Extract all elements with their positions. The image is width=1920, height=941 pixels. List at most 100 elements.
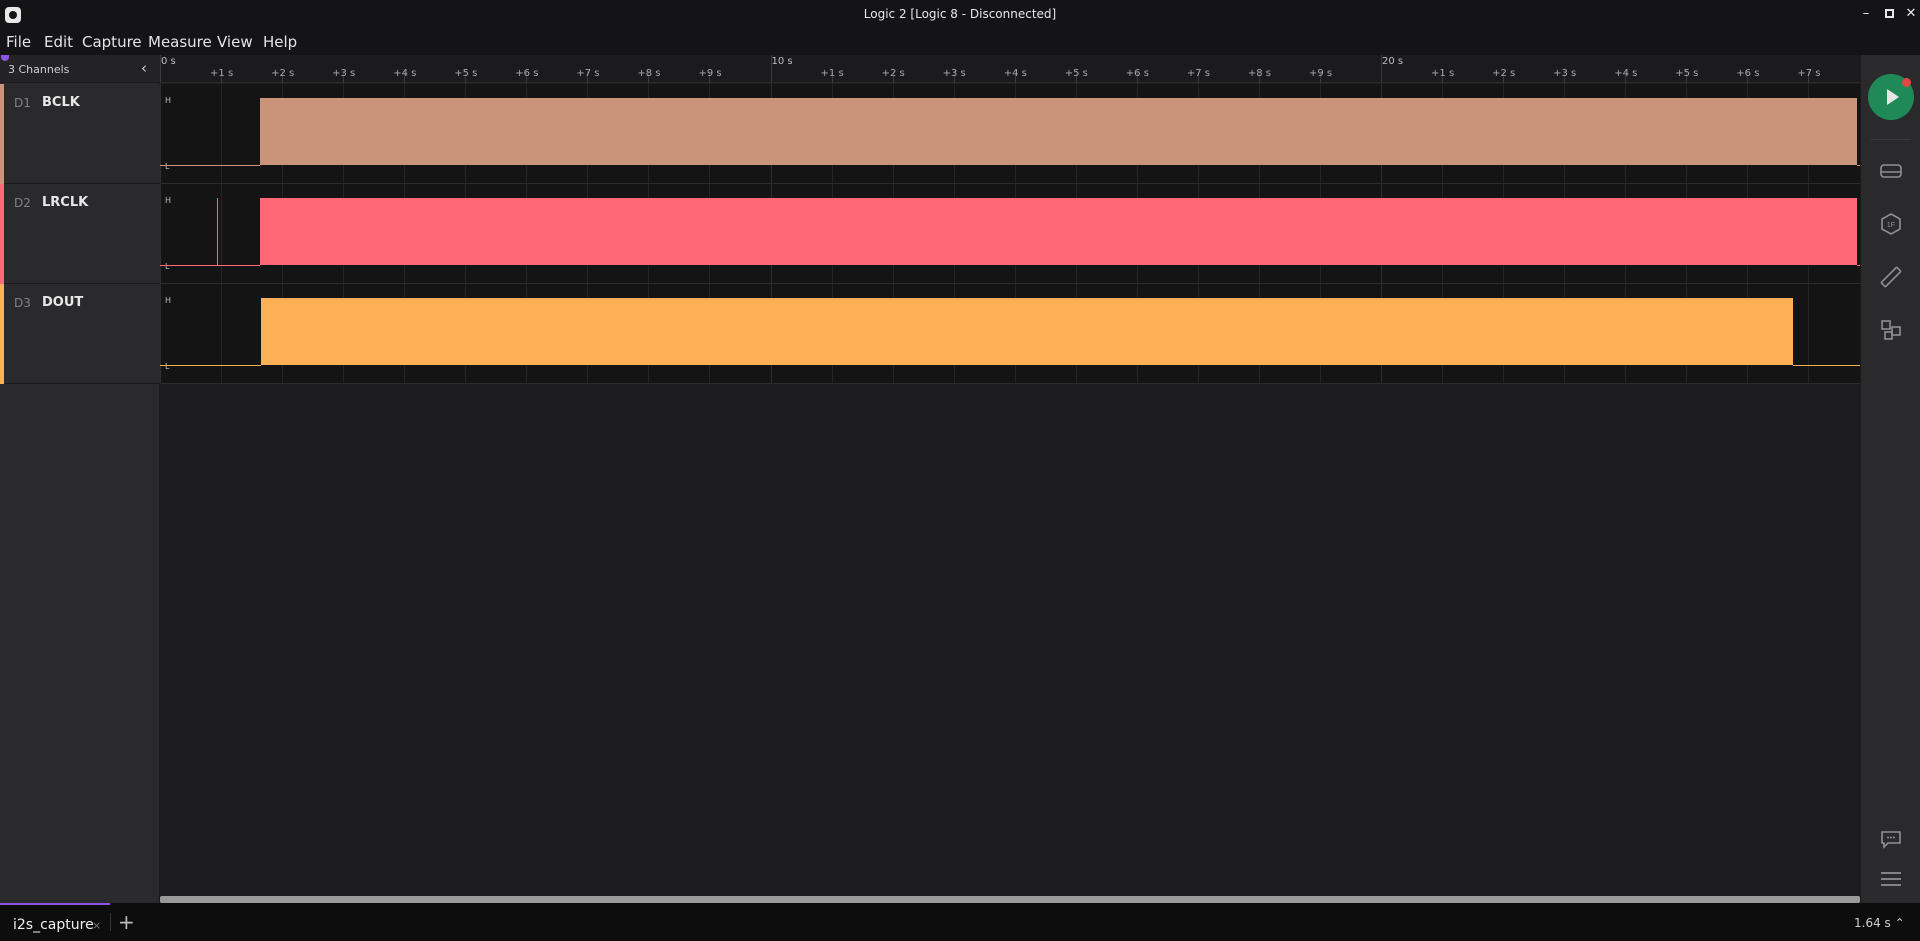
ruler-tick-label: +6 s bbox=[515, 68, 539, 79]
menu-icon[interactable] bbox=[1879, 867, 1903, 891]
ruler-tick-label: +2 s bbox=[271, 68, 295, 79]
menu-measure[interactable]: Measure bbox=[148, 33, 212, 51]
toolbar-divider bbox=[1871, 139, 1911, 140]
menu-help[interactable]: Help bbox=[263, 33, 297, 51]
ruler-tick-label: +4 s bbox=[1614, 68, 1638, 79]
collapse-sidebar-button[interactable]: ‹ bbox=[141, 59, 147, 77]
channel-name[interactable]: LRCLK bbox=[42, 195, 88, 210]
play-icon bbox=[1887, 89, 1899, 105]
scrollbar-thumb[interactable] bbox=[160, 896, 1860, 903]
ruler-tick-label: +5 s bbox=[454, 68, 478, 79]
ruler-tick-label: +4 s bbox=[393, 68, 417, 79]
ruler-tick-label: +2 s bbox=[1492, 68, 1516, 79]
window-title: Logic 2 [Logic 8 - Disconnected] bbox=[863, 7, 1057, 21]
chat-icon[interactable] bbox=[1879, 827, 1903, 851]
channel-index: D3 bbox=[14, 296, 31, 310]
ruler-tick-label: +7 s bbox=[1186, 68, 1210, 79]
grid-line bbox=[1808, 284, 1810, 383]
waveform-lane-dout[interactable]: H L bbox=[160, 284, 1860, 384]
ruler-tick-label: +2 s bbox=[881, 68, 905, 79]
signal-spike bbox=[216, 198, 218, 265]
title-bar: Logic 2 [Logic 8 - Disconnected] – ✕ bbox=[0, 0, 1920, 29]
ruler-tick-label: 0 s bbox=[161, 56, 176, 67]
menu-bar: File Edit Capture Measure View Help bbox=[0, 29, 1920, 55]
menu-file[interactable]: File bbox=[6, 33, 31, 51]
level-high-label: H bbox=[165, 96, 172, 105]
extensions-icon[interactable] bbox=[1879, 318, 1903, 342]
ruler-tick-label: +9 s bbox=[1308, 68, 1333, 79]
svg-text:1F: 1F bbox=[1887, 222, 1895, 229]
signal-low-line bbox=[160, 365, 262, 366]
signal-low-line bbox=[160, 265, 261, 266]
channel-index: D2 bbox=[14, 196, 31, 210]
ruler-tick-label: +1 s bbox=[210, 68, 234, 79]
ruler-tick-label: +4 s bbox=[1003, 68, 1027, 79]
grid-line bbox=[160, 184, 161, 283]
device-icon[interactable] bbox=[1879, 159, 1903, 183]
ruler-tick-label: +6 s bbox=[1736, 68, 1760, 79]
right-toolbar: 1F bbox=[1860, 55, 1920, 903]
channel-color-strip bbox=[0, 84, 4, 184]
add-tab-button[interactable]: + bbox=[118, 910, 135, 934]
channel-row-dout[interactable]: D3 DOUT bbox=[0, 284, 160, 384]
measurements-icon[interactable] bbox=[1879, 265, 1903, 289]
analyzers-icon[interactable]: 1F bbox=[1879, 212, 1903, 236]
ruler-tick-label: +9 s bbox=[698, 68, 722, 79]
tab-divider bbox=[110, 913, 111, 931]
channel-color-strip bbox=[0, 184, 4, 284]
level-low-label: L bbox=[165, 262, 170, 271]
grid-line bbox=[221, 284, 223, 383]
bottom-tab-bar: i2s_capture × + 1.64 s ⌃ bbox=[0, 903, 1920, 941]
tab-label: i2s_capture bbox=[13, 917, 94, 933]
level-low-label: L bbox=[165, 362, 170, 371]
logic2-app: Logic 2 [Logic 8 - Disconnected] – ✕ Fil… bbox=[0, 0, 1920, 941]
grid-line bbox=[221, 184, 223, 283]
cursor-time-readout[interactable]: 1.64 s ⌃ bbox=[1854, 916, 1905, 930]
channel-color-strip bbox=[0, 284, 4, 384]
ruler-tick-label: +3 s bbox=[332, 68, 356, 79]
minimize-button[interactable]: – bbox=[1857, 5, 1875, 23]
waveform-lane-lrclk[interactable]: H L bbox=[160, 184, 1860, 284]
channel-count: 3 Channels bbox=[8, 63, 70, 76]
capture-indicator bbox=[1, 55, 9, 61]
ruler-tick-label: 20 s bbox=[1382, 56, 1404, 67]
grid-line bbox=[160, 84, 161, 183]
channel-index: D1 bbox=[14, 96, 31, 110]
close-tab-icon[interactable]: × bbox=[92, 919, 101, 932]
signal-low-line bbox=[160, 165, 261, 166]
waveform-area[interactable]: 0 s +1 s +2 s +3 s +4 s +5 s +6 s +7 s +8 s +9 s 1… bbox=[160, 55, 1860, 903]
ruler-tick-label: +3 s bbox=[1553, 68, 1577, 79]
menu-edit[interactable]: Edit bbox=[44, 33, 73, 51]
menu-capture[interactable]: Capture bbox=[82, 33, 142, 51]
start-capture-button[interactable] bbox=[1868, 74, 1914, 120]
ruler-tick-label: +8 s bbox=[637, 68, 661, 79]
ruler-tick-label: +6 s bbox=[1125, 68, 1149, 79]
level-high-label: H bbox=[165, 196, 172, 205]
signal-low-line bbox=[1793, 365, 1860, 366]
ruler-tick-label: +3 s bbox=[942, 68, 966, 79]
menu-view[interactable]: View bbox=[217, 33, 253, 51]
signal-activity-block bbox=[260, 198, 1858, 265]
channel-row-bclk[interactable]: D1 BCLK bbox=[0, 84, 160, 184]
ruler-tick-label: +1 s bbox=[1431, 68, 1455, 79]
maximize-button[interactable] bbox=[1880, 5, 1898, 23]
maximize-icon bbox=[1884, 9, 1894, 18]
channel-sidebar: 3 Channels ‹ D1 BCLK D2 LRCLK D3 DOUT bbox=[0, 55, 160, 903]
time-ruler[interactable]: 0 s +1 s +2 s +3 s +4 s +5 s +6 s +7 s +8 s +9 s 1… bbox=[160, 55, 1860, 83]
ruler-tick-label: 10 s bbox=[771, 56, 793, 67]
horizontal-scrollbar[interactable] bbox=[160, 896, 1860, 903]
record-indicator-icon bbox=[1902, 78, 1911, 87]
waveform-lane-bclk[interactable]: H L bbox=[160, 84, 1860, 184]
signal-activity-block bbox=[260, 98, 1858, 165]
level-high-label: H bbox=[165, 296, 172, 305]
close-button[interactable]: ✕ bbox=[1902, 5, 1920, 23]
ruler-tick-label: +7 s bbox=[576, 68, 600, 79]
channel-name[interactable]: DOUT bbox=[42, 295, 83, 310]
level-low-label: L bbox=[165, 162, 170, 171]
channel-name[interactable]: BCLK bbox=[42, 95, 80, 110]
channel-row-lrclk[interactable]: D2 LRCLK bbox=[0, 184, 160, 284]
tab-capture[interactable]: i2s_capture × bbox=[0, 903, 110, 941]
signal-activity-block bbox=[261, 298, 1794, 365]
ruler-tick-label: +5 s bbox=[1675, 68, 1699, 79]
channel-header: 3 Channels ‹ bbox=[0, 55, 160, 83]
